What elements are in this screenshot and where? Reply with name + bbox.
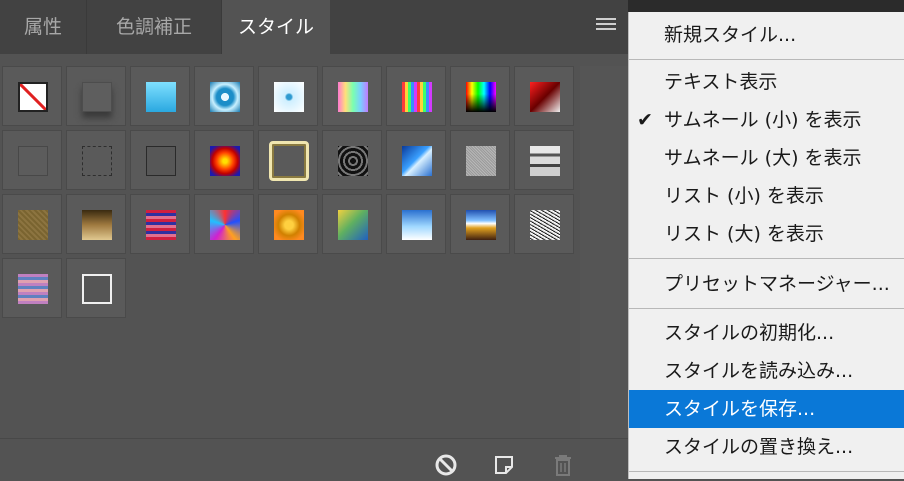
style-swatch[interactable] <box>66 258 126 318</box>
style-swatch[interactable] <box>258 130 318 190</box>
style-swatch[interactable] <box>514 66 574 126</box>
style-swatch[interactable] <box>322 194 382 254</box>
menu-separator <box>629 471 904 472</box>
style-swatch[interactable] <box>194 194 254 254</box>
style-swatch[interactable] <box>194 130 254 190</box>
menu-item-label: サムネール (小) を表示 <box>664 109 862 131</box>
style-swatch[interactable] <box>322 66 382 126</box>
menu-item-reset-styles[interactable]: スタイルの初期化... <box>629 314 904 352</box>
menu-item-text-only[interactable]: テキスト表示 <box>629 63 904 101</box>
style-swatch[interactable] <box>194 66 254 126</box>
style-swatch[interactable] <box>258 66 318 126</box>
new-style-icon[interactable] <box>493 453 517 477</box>
style-swatch[interactable] <box>2 130 62 190</box>
style-swatch[interactable] <box>66 194 126 254</box>
menu-separator <box>629 59 904 60</box>
style-swatch[interactable] <box>322 130 382 190</box>
style-swatch[interactable] <box>2 194 62 254</box>
menu-item-small-thumbnail[interactable]: ✔ サムネール (小) を表示 <box>629 101 904 139</box>
menu-item-small-list[interactable]: リスト (小) を表示 <box>629 177 904 215</box>
menu-item-large-list[interactable]: リスト (大) を表示 <box>629 215 904 253</box>
style-swatch[interactable] <box>386 130 446 190</box>
style-swatch[interactable] <box>130 66 190 126</box>
no-style-icon <box>18 82 48 112</box>
style-swatch[interactable] <box>450 194 510 254</box>
style-swatch[interactable] <box>450 66 510 126</box>
menu-item-replace-styles[interactable]: スタイルの置き換え... <box>629 428 904 466</box>
menu-item-large-thumbnail[interactable]: サムネール (大) を表示 <box>629 139 904 177</box>
style-swatch[interactable] <box>258 194 318 254</box>
clear-style-icon[interactable] <box>434 453 458 477</box>
swatch-scrollbar[interactable] <box>580 66 628 438</box>
style-swatch[interactable] <box>514 130 574 190</box>
menu-separator <box>629 308 904 309</box>
menu-separator <box>629 258 904 259</box>
menu-item-load-styles[interactable]: スタイルを読み込み... <box>629 352 904 390</box>
panel-menu-icon[interactable] <box>596 18 616 34</box>
panel-footer <box>0 438 628 480</box>
menu-item-preset-manager[interactable]: プリセットマネージャー... <box>629 265 904 303</box>
style-swatch[interactable] <box>66 66 126 126</box>
style-swatch[interactable] <box>450 130 510 190</box>
style-swatch[interactable] <box>514 194 574 254</box>
tab-adjustments[interactable]: 色調補正 <box>86 0 222 54</box>
style-swatch[interactable] <box>130 194 190 254</box>
tab-bar: 属性 色調補正 スタイル <box>0 0 628 54</box>
tab-properties[interactable]: 属性 <box>0 0 86 54</box>
checkmark-icon: ✔ <box>637 109 653 131</box>
menu-top-edge <box>628 0 904 12</box>
styles-panel: 属性 色調補正 スタイル <box>0 0 628 480</box>
style-swatch[interactable] <box>386 194 446 254</box>
panel-flyout-menu: 新規スタイル... テキスト表示 ✔ サムネール (小) を表示 サムネール (… <box>628 12 904 479</box>
style-swatch[interactable] <box>2 258 62 318</box>
menu-item-save-styles[interactable]: スタイルを保存... <box>629 390 904 428</box>
tab-styles[interactable]: スタイル <box>222 0 330 54</box>
menu-item-new-style[interactable]: 新規スタイル... <box>629 16 904 54</box>
trash-icon[interactable] <box>551 453 575 477</box>
style-swatch[interactable] <box>130 130 190 190</box>
style-swatch-none[interactable] <box>2 66 62 126</box>
style-swatch[interactable] <box>66 130 126 190</box>
style-swatch[interactable] <box>386 66 446 126</box>
